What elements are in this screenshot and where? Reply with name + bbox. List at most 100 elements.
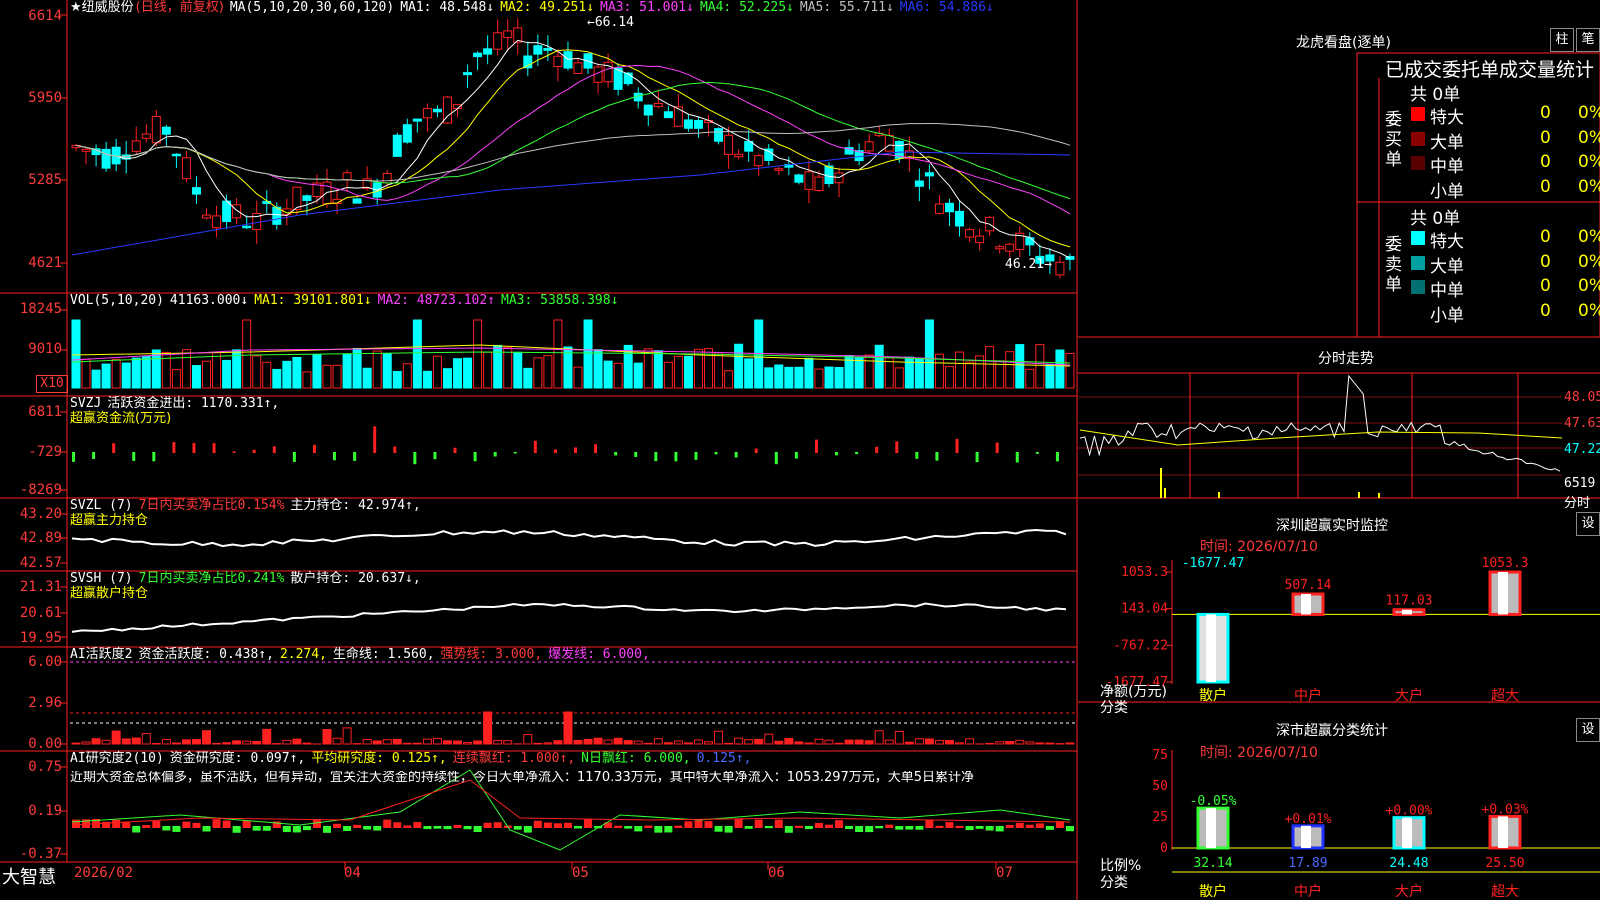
- research-bar: [694, 820, 703, 828]
- bar-mode-button[interactable]: 柱: [1550, 28, 1574, 52]
- research-bar: [343, 826, 352, 832]
- monitor-category-label: 中户: [1294, 687, 1322, 704]
- order-count: 0: [1540, 127, 1551, 148]
- flow-bar: [915, 452, 919, 459]
- x-axis-label: 05: [572, 865, 589, 881]
- intraday-volume-bar: [1358, 492, 1360, 498]
- research-bar: [734, 818, 743, 828]
- volume-bar: [784, 366, 794, 389]
- research-bar: [1015, 822, 1024, 828]
- order-type-label: 特大: [1430, 108, 1464, 128]
- activity-bar: [171, 742, 181, 745]
- ma-values: MA1: 48.548↓ MA2: 49.251↓ MA3: 51.001↓ MA4:…: [400, 0, 1000, 15]
- monitor-bar-shine: [1206, 614, 1216, 682]
- activity-bar: [693, 739, 703, 745]
- stock-name[interactable]: ★纽威股份: [70, 0, 134, 15]
- ai-research-comment: 近期大资金总体偏多，虽不活跃，但有异动，宜关注大资金的持续性，今日大单净流入：1…: [70, 771, 975, 785]
- research-bar: [112, 819, 121, 828]
- indicator-value: AI活跃度2: [70, 647, 133, 662]
- activity-bar: [724, 742, 734, 745]
- candle-body: [432, 108, 442, 113]
- volume-bar: [523, 367, 533, 389]
- flow-bar: [192, 443, 196, 453]
- activity-bar: [864, 740, 874, 745]
- main-y-label: 5285: [28, 172, 62, 188]
- volume-bar: [884, 357, 894, 389]
- volume-bar: [222, 359, 232, 389]
- ai-research-y-label: -0.37: [19, 846, 62, 862]
- candle-body: [563, 51, 573, 69]
- order-count: 0: [1540, 152, 1551, 172]
- candle-body: [422, 108, 432, 119]
- volume-bar: [111, 358, 121, 389]
- flow-bar: [895, 441, 899, 453]
- research-bar: [614, 825, 623, 828]
- category-label: 散户: [1199, 883, 1227, 900]
- svzl-y-label: 42.57: [19, 555, 62, 571]
- activity-bar: [1045, 742, 1055, 745]
- monitor-bar-shine: [1402, 609, 1412, 615]
- volume-bar: [503, 346, 513, 389]
- research-bar: [865, 826, 874, 833]
- activity-bar: [442, 740, 452, 745]
- volume-bar: [372, 350, 382, 389]
- activity-bar: [121, 738, 131, 745]
- candle-body: [774, 168, 784, 171]
- volume-bar: [242, 319, 252, 389]
- candle-body: [663, 111, 673, 119]
- intraday-volume-bar: [1164, 488, 1166, 498]
- indicator-value: MA1: 48.548↓: [400, 0, 495, 15]
- volume-bar: [181, 349, 191, 389]
- intraday-volume-bar: [1378, 493, 1380, 498]
- volume-bar: [1055, 349, 1065, 389]
- low-price-marker: 46.21→: [1005, 257, 1052, 272]
- intraday-price-label: 47.22: [1564, 442, 1600, 457]
- order-type-label: 大单: [1430, 132, 1464, 153]
- flow-bar: [574, 447, 577, 453]
- indicator-value: 活跃资金进出: 1170.331↑,: [107, 396, 280, 411]
- research-bar: [232, 826, 241, 833]
- candle-body: [934, 203, 944, 214]
- research-bar: [413, 822, 422, 828]
- candle-body: [81, 148, 91, 152]
- candle-body: [543, 47, 553, 51]
- volume-bar: [764, 367, 774, 389]
- research-bar: [1005, 824, 1014, 828]
- research-bar: [222, 820, 231, 828]
- color-swatch: [1411, 304, 1425, 319]
- flow-bar: [112, 443, 116, 453]
- color-swatch: [1411, 231, 1425, 245]
- volume-bar: [262, 361, 272, 389]
- right-panel-canvas: -1677.47 散户 507.14 中户 117.03 大户 1053.3 超大 1053.3…: [1078, 52, 1600, 900]
- indicator-value: SVZJ: [70, 396, 102, 411]
- activity-bar: [422, 738, 432, 745]
- sell-orders-label: 委卖单: [1385, 235, 1402, 295]
- flow-bar: [312, 444, 316, 453]
- monitor-value-label: 117.03: [1386, 594, 1433, 609]
- category-bar-shine: [1301, 825, 1311, 848]
- pen-mode-button[interactable]: 笔: [1576, 28, 1600, 52]
- activity-bar: [463, 742, 473, 745]
- flow-bar: [353, 452, 357, 461]
- research-bar: [644, 825, 653, 828]
- volume-bar: [1045, 364, 1055, 389]
- sz-monitor-settings-button[interactable]: 设: [1576, 512, 1600, 536]
- research-bar: [905, 826, 914, 830]
- flow-bar: [252, 449, 256, 453]
- flow-bar: [92, 452, 96, 459]
- sz-category-settings-button[interactable]: 设: [1576, 718, 1600, 742]
- candle-body: [683, 119, 693, 129]
- flow-bar: [393, 446, 397, 453]
- activity-bar: [483, 711, 493, 745]
- sz-monitor-time: 时间: 2026/07/10: [1200, 539, 1318, 555]
- indicator-value: SVSH (7): [70, 571, 133, 586]
- chart-mode[interactable]: (日线，前复权): [136, 0, 224, 15]
- candle-body: [804, 171, 814, 190]
- research-bar: [393, 822, 402, 828]
- candle-body: [161, 126, 171, 135]
- activity-bar: [473, 740, 483, 745]
- volume-bar: [603, 360, 613, 389]
- volume-bar: [653, 350, 663, 389]
- activity-bar: [764, 733, 774, 745]
- main-y-label: 4621: [28, 255, 62, 271]
